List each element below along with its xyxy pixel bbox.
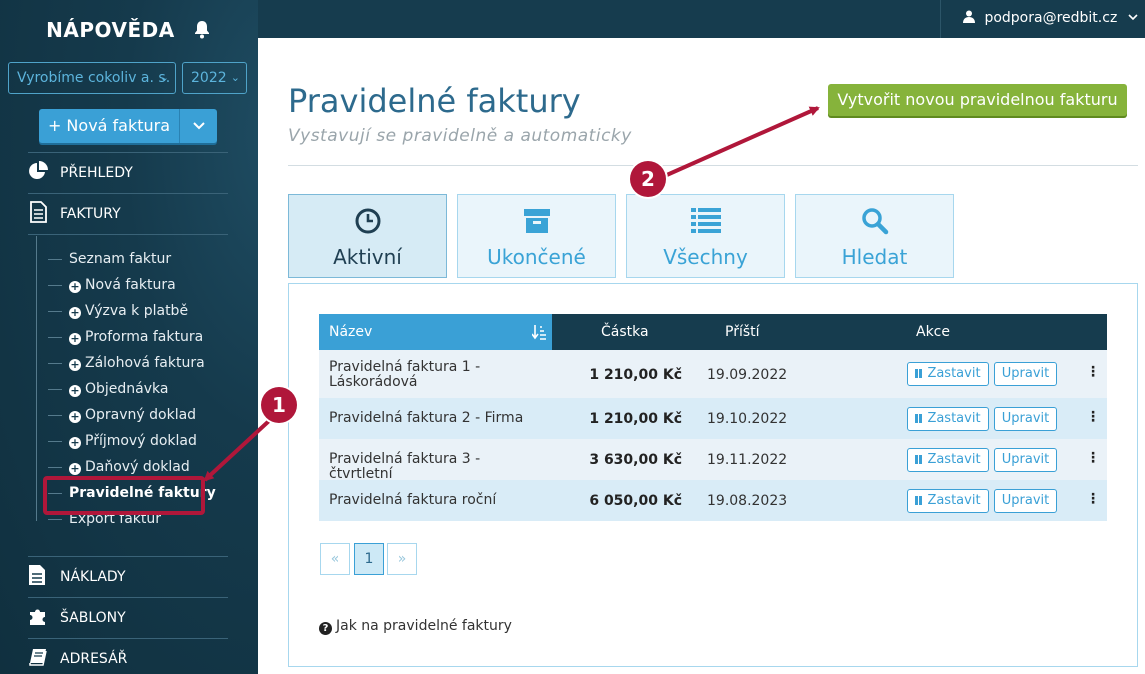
annotation-badge-2: 2 (630, 161, 666, 197)
annotation-badge-1: 1 (261, 387, 297, 423)
annotation-arrows (203, 106, 820, 482)
